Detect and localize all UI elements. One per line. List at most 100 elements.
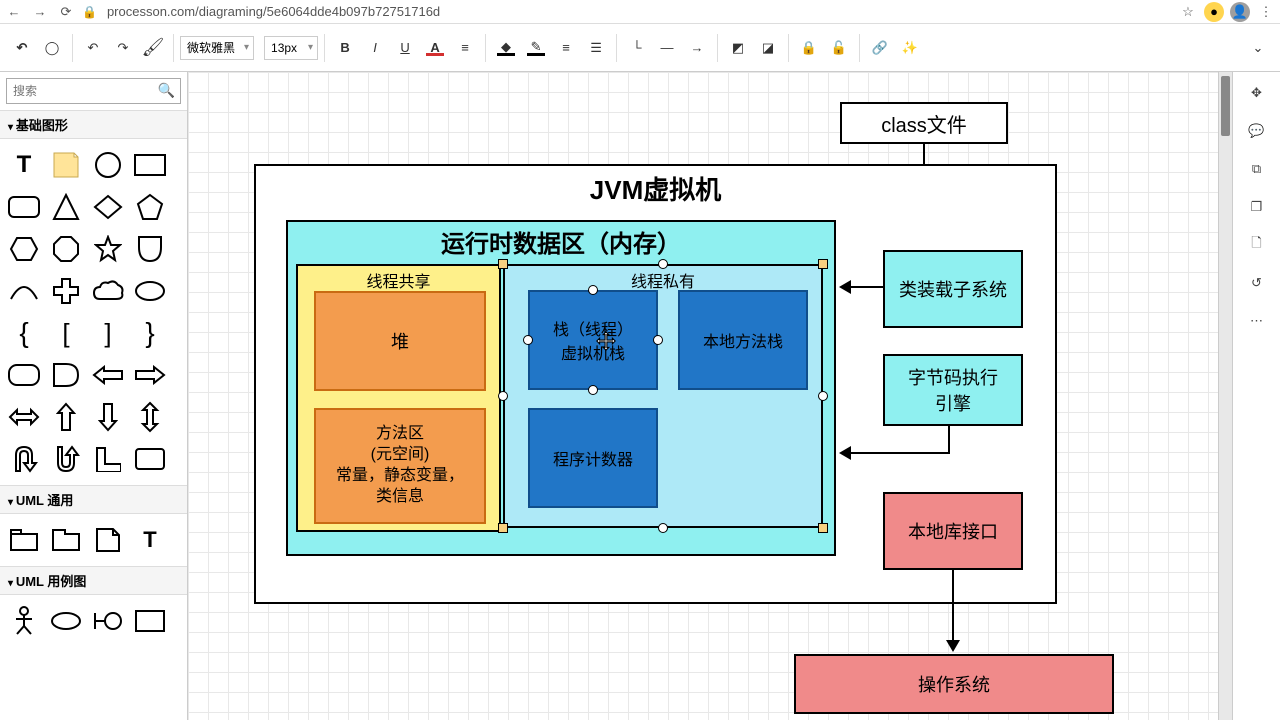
arrow-start-icon[interactable]: — — [653, 34, 681, 62]
stroke-color-icon[interactable]: ✎ — [522, 34, 550, 62]
undo-icon[interactable]: ↶ — [79, 34, 107, 62]
shape-ring-icon[interactable]: ◯ — [38, 34, 66, 62]
browser-back-icon[interactable]: ← — [4, 2, 24, 22]
unlock-icon[interactable]: 🔓 — [825, 34, 853, 62]
comment-icon[interactable]: ⋯ — [1242, 306, 1272, 336]
selection-handle[interactable] — [498, 259, 508, 269]
category-uml-usecase[interactable]: UML 用例图 — [0, 566, 187, 595]
selection-handle[interactable] — [498, 391, 508, 401]
font-family-select[interactable]: 微软雅黑 — [180, 36, 254, 60]
navigator-icon[interactable]: ✥ — [1242, 78, 1272, 108]
shape-octagon[interactable] — [48, 231, 84, 267]
expand-toolbar-icon[interactable]: ⌄ — [1244, 34, 1272, 62]
shape-card[interactable] — [132, 441, 168, 477]
shape-boundary[interactable] — [90, 603, 126, 639]
redo-icon[interactable]: ↷ — [109, 34, 137, 62]
history-icon[interactable]: ↺ — [1242, 268, 1272, 298]
layers-icon[interactable]: ❐ — [1242, 192, 1272, 222]
shape-corner[interactable] — [90, 441, 126, 477]
bold-icon[interactable]: B — [331, 34, 359, 62]
browser-menu-icon[interactable]: ⋮ — [1256, 2, 1276, 22]
node-native-interface[interactable]: 本地库接口 — [883, 492, 1023, 570]
scrollbar-thumb[interactable] — [1221, 76, 1230, 136]
magic-icon[interactable]: ✨ — [896, 34, 924, 62]
shape-arrow-ud[interactable] — [132, 399, 168, 435]
shape-ellipse[interactable] — [132, 273, 168, 309]
shape-roundrect2[interactable] — [6, 357, 42, 393]
shape-note-fold[interactable] — [90, 522, 126, 558]
canvas[interactable]: class文件 JVM虚拟机 运行时数据区（内存） 线程共享 堆 — [188, 72, 1218, 720]
shape-system[interactable] — [132, 603, 168, 639]
shape-arrow-lr[interactable] — [6, 399, 42, 435]
shape-bracket-left[interactable]: [ — [48, 315, 84, 351]
ruler-icon[interactable]: ⧉ — [1242, 154, 1272, 184]
shape-package-2[interactable] — [48, 522, 84, 558]
bring-front-icon[interactable]: ◩ — [724, 34, 752, 62]
shape-hexagon[interactable] — [6, 231, 42, 267]
line-weight-icon[interactable]: ☰ — [582, 34, 610, 62]
shape-rect[interactable] — [132, 147, 168, 183]
shape-triangle[interactable] — [48, 189, 84, 225]
shape-star[interactable] — [90, 231, 126, 267]
canvas-scrollbar[interactable] — [1218, 72, 1232, 720]
shape-cross[interactable] — [48, 273, 84, 309]
shape-uturn-up[interactable] — [6, 441, 42, 477]
send-back-icon[interactable]: ◪ — [754, 34, 782, 62]
shape-text[interactable]: T — [6, 147, 42, 183]
shape-roundrect[interactable] — [6, 189, 42, 225]
search-icon[interactable]: 🔍 — [158, 82, 175, 99]
align-icon[interactable]: ≡ — [451, 34, 479, 62]
extension-icon[interactable]: ● — [1204, 2, 1224, 22]
profile-icon[interactable]: 👤 — [1230, 2, 1250, 22]
search-input[interactable] — [6, 78, 181, 104]
browser-forward-icon[interactable]: → — [30, 2, 50, 22]
category-basic-shapes[interactable]: 基础图形 — [0, 110, 187, 139]
shape-brace-left[interactable]: { — [6, 315, 42, 351]
italic-icon[interactable]: I — [361, 34, 389, 62]
selection-handle[interactable] — [658, 259, 668, 269]
chat-icon[interactable]: 💬 — [1242, 116, 1272, 146]
shape-usecase[interactable] — [48, 603, 84, 639]
shape-package[interactable] — [6, 522, 42, 558]
selection-handle[interactable] — [653, 335, 663, 345]
selection-handle[interactable] — [498, 523, 508, 533]
selection-handle[interactable] — [818, 259, 828, 269]
selection-handle[interactable] — [523, 335, 533, 345]
shape-brace-right[interactable]: } — [132, 315, 168, 351]
selection-handle[interactable] — [588, 285, 598, 295]
shape-circle[interactable] — [90, 147, 126, 183]
shape-shield[interactable] — [132, 231, 168, 267]
shape-and[interactable] — [48, 357, 84, 393]
selection-handle[interactable] — [818, 391, 828, 401]
line-style-icon[interactable]: ≡ — [552, 34, 580, 62]
fill-color-icon[interactable]: ◆ — [492, 34, 520, 62]
shape-arrow-right[interactable] — [132, 357, 168, 393]
browser-url[interactable]: processon.com/diagraming/5e6064dde4b097b… — [103, 4, 1172, 19]
node-exec-engine[interactable]: 字节码执行 引擎 — [883, 354, 1023, 426]
shape-arrow-left[interactable] — [90, 357, 126, 393]
node-class-file[interactable]: class文件 — [840, 102, 1008, 144]
selection-handle[interactable] — [588, 385, 598, 395]
back-arrow-icon[interactable]: ↶ — [8, 34, 36, 62]
node-vm-stack[interactable]: 栈（线程） 虚拟机栈 — [528, 290, 658, 390]
selection-handle[interactable] — [658, 523, 668, 533]
format-painter-icon[interactable]: 🖌 — [139, 34, 167, 62]
node-class-loader[interactable]: 类装载子系统 — [883, 250, 1023, 328]
shape-diamond[interactable] — [90, 189, 126, 225]
shape-arc[interactable] — [6, 273, 42, 309]
shape-text-uml[interactable]: T — [132, 522, 168, 558]
font-size-select[interactable]: 13px — [264, 36, 318, 60]
shape-cloud[interactable] — [90, 273, 126, 309]
node-method-area[interactable]: 方法区 (元空间) 常量，静态变量， 类信息 — [314, 408, 486, 524]
star-icon[interactable]: ☆ — [1178, 2, 1198, 22]
shape-bracket-right[interactable]: ] — [90, 315, 126, 351]
node-heap[interactable]: 堆 — [314, 291, 486, 391]
arrow-end-icon[interactable]: → — [683, 34, 711, 62]
selection-handle[interactable] — [818, 523, 828, 533]
shape-uturn-down[interactable] — [48, 441, 84, 477]
link-icon[interactable]: 🔗 — [866, 34, 894, 62]
shape-actor[interactable] — [6, 603, 42, 639]
node-os[interactable]: 操作系统 — [794, 654, 1114, 714]
lock-icon[interactable]: 🔒 — [795, 34, 823, 62]
shape-pentagon[interactable] — [132, 189, 168, 225]
